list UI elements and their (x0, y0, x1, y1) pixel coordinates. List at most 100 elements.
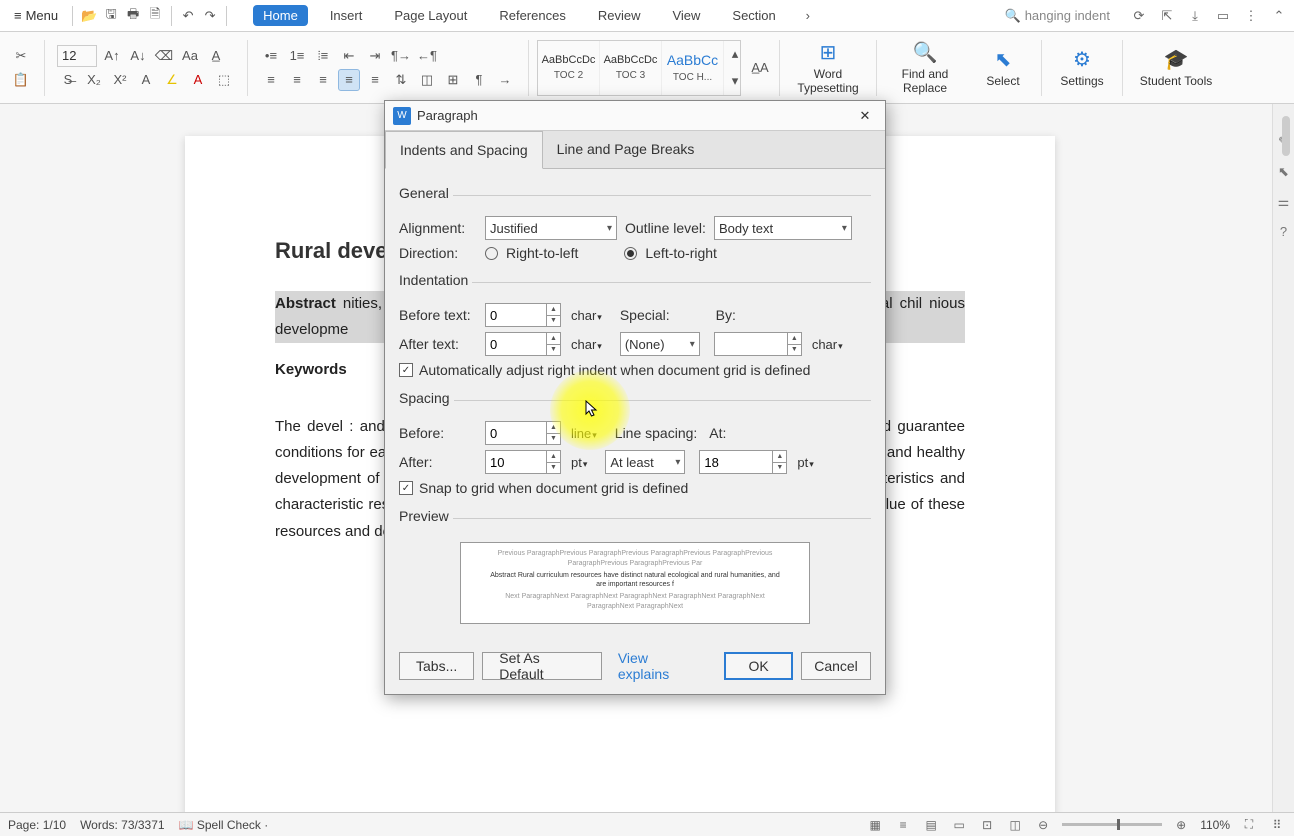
increase-indent-icon[interactable]: ⇥ (364, 45, 386, 67)
undo-icon[interactable]: ↶ (178, 6, 198, 26)
export-icon[interactable]: ⤓ (1186, 7, 1204, 25)
spin-up-icon[interactable]: ▲ (547, 304, 560, 316)
window-icon[interactable]: ▭ (1214, 7, 1232, 25)
decrease-font-icon[interactable]: A↓ (127, 45, 149, 67)
menu-button[interactable]: ≡ Menu (6, 4, 66, 27)
tab-review[interactable]: Review (588, 5, 651, 26)
page-indicator[interactable]: Page: 1/10 (8, 818, 66, 832)
auto-adjust-checkbox[interactable]: ✓ (399, 363, 413, 377)
open-icon[interactable]: 📂 (79, 6, 99, 26)
tab-indents-spacing[interactable]: Indents and Spacing (385, 131, 543, 169)
style-toc2[interactable]: AaBbCcDc TOC 2 (538, 41, 600, 95)
clear-format-icon[interactable]: ⌫ (153, 45, 175, 67)
align-center-icon[interactable]: ≡ (286, 69, 308, 91)
char-unit[interactable]: char (569, 308, 604, 323)
align-justify-icon[interactable]: ≡ (338, 69, 360, 91)
ltr-radio[interactable] (624, 247, 637, 260)
grid-apps-icon[interactable]: ⠿ (1268, 816, 1286, 834)
font-color-icon[interactable]: A (187, 69, 209, 91)
fit-page-icon[interactable]: ◫ (1006, 816, 1024, 834)
help-icon[interactable]: ? (1280, 224, 1287, 239)
spell-check-indicator[interactable]: 📖 Spell Check · (179, 818, 269, 832)
increase-font-icon[interactable]: A↑ (101, 45, 123, 67)
text-effects-icon[interactable]: A (135, 69, 157, 91)
select-button[interactable]: ⬉ Select (973, 38, 1033, 98)
styles-scroll-up-icon[interactable]: ▴ (724, 41, 746, 68)
multilevel-icon[interactable]: ⦙≡ (312, 45, 334, 67)
char-border-icon[interactable]: A̲ (205, 45, 227, 67)
view-reader-icon[interactable]: ▭ (950, 816, 968, 834)
print-icon[interactable]: 🖶 (123, 6, 143, 26)
alignment-combo[interactable]: Justified (485, 216, 617, 240)
new-style-icon[interactable]: A̲A (749, 40, 771, 96)
align-left-icon[interactable]: ≡ (260, 69, 282, 91)
fullscreen-icon[interactable]: ⛶ (1240, 816, 1258, 834)
word-typesetting-button[interactable]: ⊞ Word Typesetting (788, 38, 868, 98)
change-case-icon[interactable]: Aa (179, 45, 201, 67)
tab-marks-icon[interactable]: → (494, 69, 516, 91)
collapse-ribbon-icon[interactable]: ⌃ (1270, 7, 1288, 25)
tab-insert[interactable]: Insert (320, 5, 373, 26)
by-input[interactable]: ▲▼ (714, 332, 802, 356)
dialog-titlebar[interactable]: W Paragraph ✕ (385, 101, 885, 131)
fit-width-icon[interactable]: ⊡ (978, 816, 996, 834)
spin-down-icon[interactable]: ▼ (547, 316, 560, 327)
subscript-icon[interactable]: X₂ (83, 69, 105, 91)
snap-grid-checkbox[interactable]: ✓ (399, 481, 413, 495)
scrollbar-handle[interactable] (1282, 116, 1290, 156)
line-spacing-combo[interactable]: At least (605, 450, 685, 474)
spacing-before-input[interactable]: ▲▼ (485, 421, 561, 445)
more-icon[interactable]: ⋮ (1242, 7, 1260, 25)
bullets-icon[interactable]: •≡ (260, 45, 282, 67)
sync-icon[interactable]: ⟳ (1130, 7, 1148, 25)
at-input[interactable]: ▲▼ (699, 450, 787, 474)
student-tools-button[interactable]: 🎓 Student Tools (1131, 38, 1221, 98)
tab-section[interactable]: Section (722, 5, 785, 26)
decrease-indent-icon[interactable]: ⇤ (338, 45, 360, 67)
rtl-radio[interactable] (485, 247, 498, 260)
search-box[interactable]: 🔍 hanging indent (1005, 8, 1111, 24)
line-spacing-icon[interactable]: ⇅ (390, 69, 412, 91)
save-icon[interactable]: 🖫 (101, 6, 121, 26)
before-text-input[interactable]: ▲▼ (485, 303, 561, 327)
font-size-input[interactable]: 12 (57, 45, 97, 67)
special-combo[interactable]: (None) (620, 332, 700, 356)
tab-view[interactable]: View (662, 5, 710, 26)
style-toc3[interactable]: AaBbCcDc TOC 3 (600, 41, 662, 95)
styles-gallery[interactable]: AaBbCcDc TOC 2 AaBbCcDc TOC 3 AaBbCc TOC… (537, 40, 741, 96)
spacing-after-input[interactable]: ▲▼ (485, 450, 561, 474)
zoom-in-icon[interactable]: ⊕ (1172, 816, 1190, 834)
settings-button[interactable]: ⚙ Settings (1050, 38, 1114, 98)
close-icon[interactable]: ✕ (853, 104, 877, 128)
borders-icon[interactable]: ⊞ (442, 69, 464, 91)
zoom-slider[interactable] (1062, 823, 1162, 826)
redo-icon[interactable]: ↷ (200, 6, 220, 26)
format-painter-icon[interactable]: ✂ (10, 45, 32, 67)
pointer-icon[interactable]: ⬉ (1278, 164, 1289, 180)
tabs-button[interactable]: Tabs... (399, 652, 474, 680)
zoom-out-icon[interactable]: ⊖ (1034, 816, 1052, 834)
tab-line-breaks[interactable]: Line and Page Breaks (543, 131, 709, 168)
paste-icon[interactable]: 📋 (10, 69, 32, 91)
paragraph-marks-icon[interactable]: ¶ (468, 69, 490, 91)
view-outline-icon[interactable]: ▤ (922, 816, 940, 834)
tab-page-layout[interactable]: Page Layout (384, 5, 477, 26)
rtl-para-icon[interactable]: ←¶ (416, 45, 438, 67)
zoom-level[interactable]: 110% (1200, 818, 1230, 832)
strike-icon[interactable]: S̶ (57, 69, 79, 91)
outline-combo[interactable]: Body text (714, 216, 852, 240)
view-explains-link[interactable]: View explains (610, 650, 708, 682)
tab-overflow-icon[interactable]: › (798, 6, 818, 26)
sliders-icon[interactable]: ⚌ (1278, 194, 1290, 210)
align-right-icon[interactable]: ≡ (312, 69, 334, 91)
tab-home[interactable]: Home (253, 5, 308, 26)
numbering-icon[interactable]: 1≡ (286, 45, 308, 67)
set-default-button[interactable]: Set As Default (482, 652, 602, 680)
view-web-icon[interactable]: ≡ (894, 816, 912, 834)
ok-button[interactable]: OK (724, 652, 793, 680)
view-print-icon[interactable]: ▦ (866, 816, 884, 834)
styles-more-icon[interactable]: ▾ (724, 68, 746, 95)
word-count[interactable]: Words: 73/3371 (80, 818, 165, 832)
align-distributed-icon[interactable]: ≡ (364, 69, 386, 91)
after-text-input[interactable]: ▲▼ (485, 332, 561, 356)
